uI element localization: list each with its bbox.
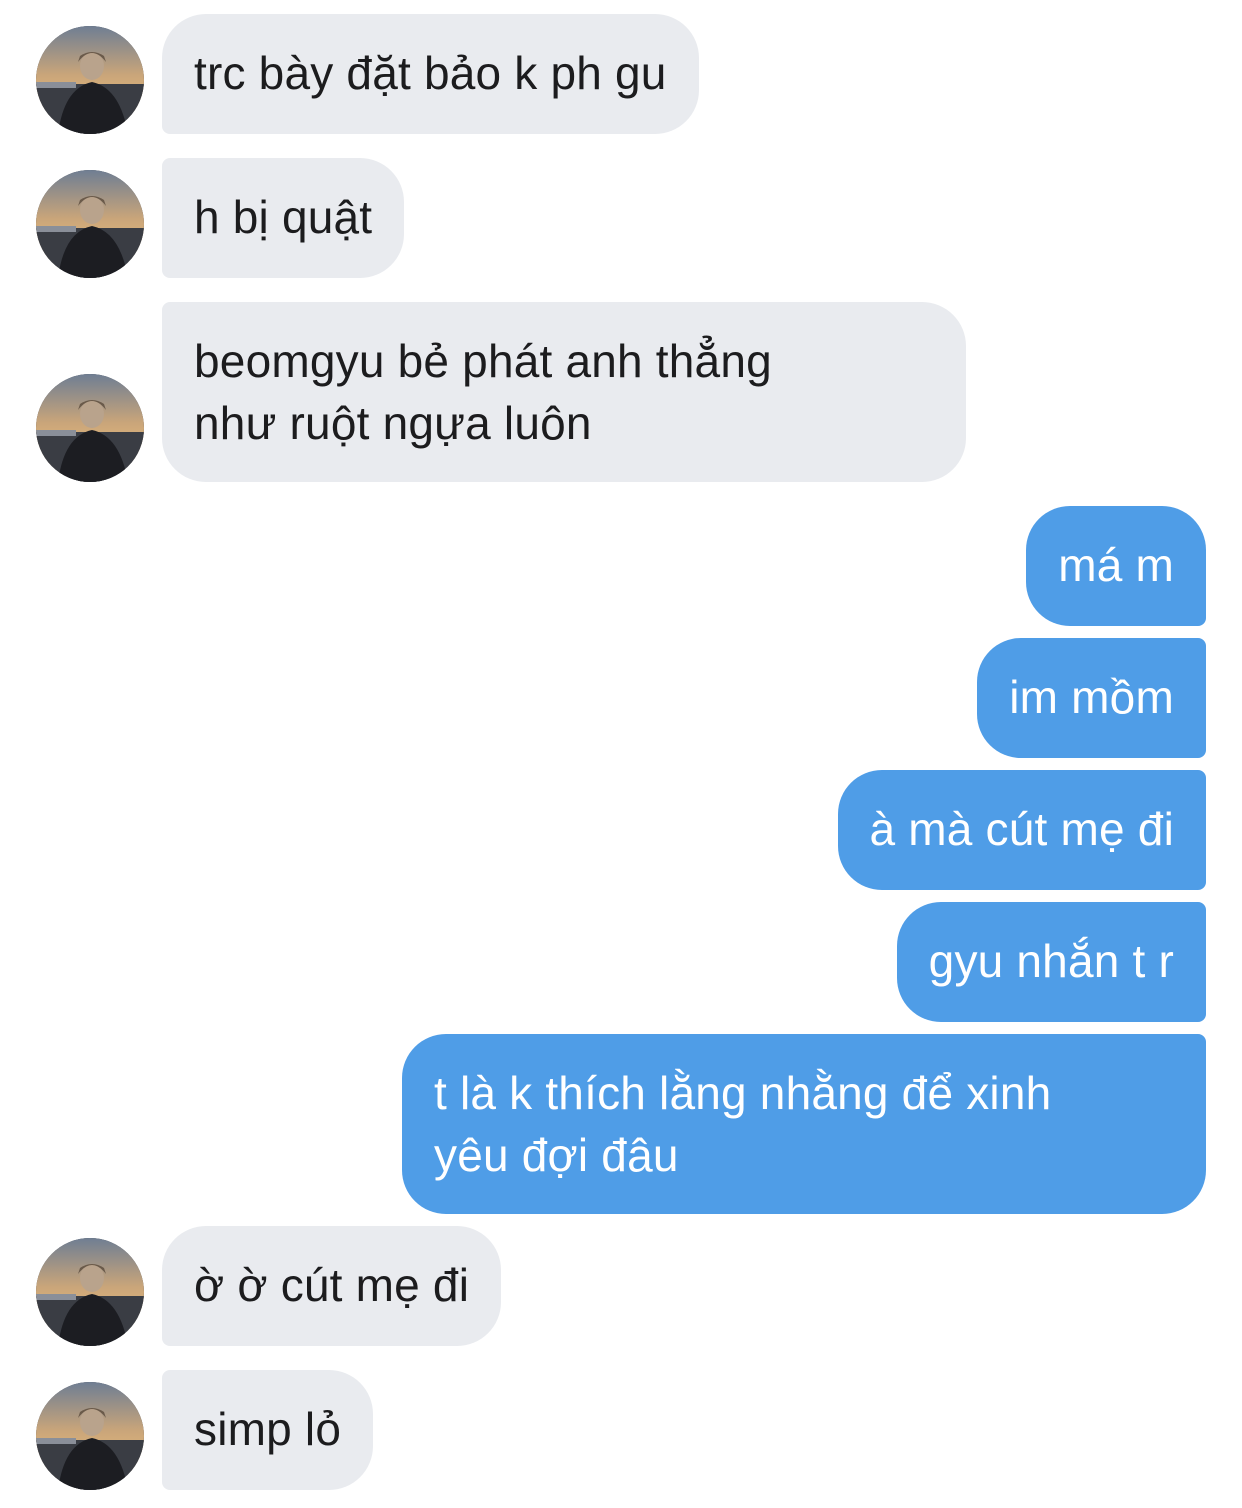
- contact-avatar[interactable]: [36, 374, 144, 482]
- incoming-message[interactable]: trc bày đặt bảo k ph gu: [162, 14, 699, 134]
- contact-avatar[interactable]: [36, 1238, 144, 1346]
- contact-avatar[interactable]: [36, 170, 144, 278]
- outgoing-message[interactable]: t là k thích lằng nhằng để xinh yêu đợi …: [402, 1034, 1206, 1214]
- profile-photo-avatar: [36, 1238, 144, 1346]
- outgoing-message[interactable]: im mồm: [977, 638, 1206, 758]
- contact-avatar[interactable]: [36, 1382, 144, 1490]
- incoming-message[interactable]: beomgyu bẻ phát anh thẳng như ruột ngựa …: [162, 302, 966, 482]
- outgoing-message[interactable]: à mà cút mẹ đi: [837, 770, 1206, 890]
- profile-photo-avatar: [36, 26, 144, 134]
- outgoing-message[interactable]: gyu nhắn t r: [896, 902, 1206, 1022]
- incoming-message[interactable]: h bị quật: [162, 158, 405, 278]
- contact-avatar[interactable]: [36, 26, 144, 134]
- profile-photo-avatar: [36, 170, 144, 278]
- profile-photo-avatar: [36, 1382, 144, 1490]
- outgoing-message[interactable]: má m: [1026, 506, 1206, 626]
- incoming-message[interactable]: ờ ờ cút mẹ đi: [162, 1226, 502, 1346]
- incoming-message[interactable]: simp lỏ: [162, 1370, 374, 1490]
- profile-photo-avatar: [36, 374, 144, 482]
